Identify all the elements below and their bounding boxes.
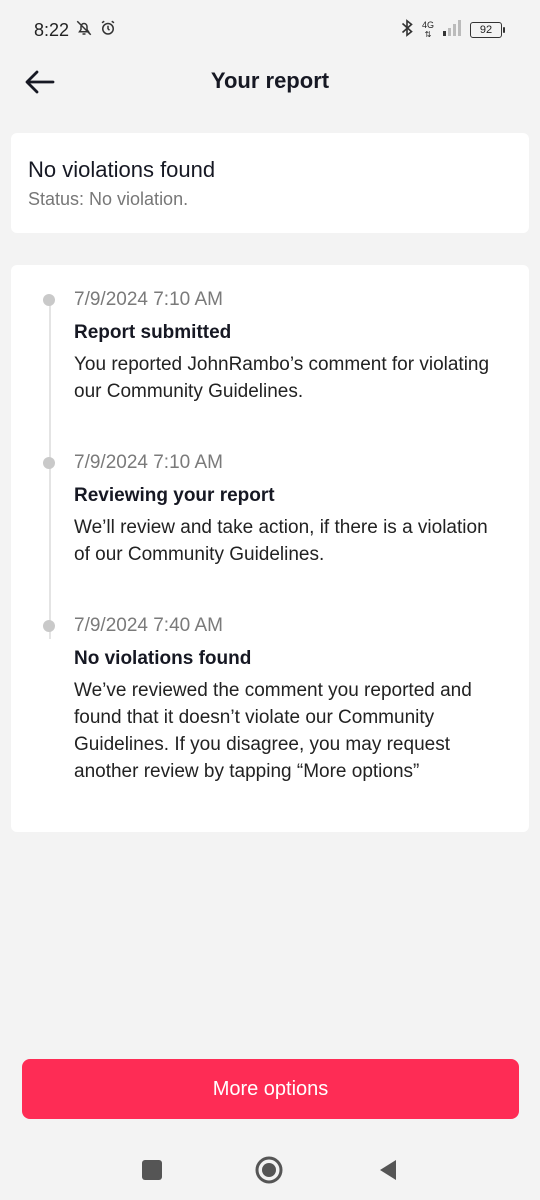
alarm-icon — [99, 19, 117, 42]
mute-notification-icon — [75, 19, 93, 42]
back-nav-button[interactable] — [373, 1155, 403, 1185]
clock: 8:22 — [34, 19, 70, 40]
timeline-content: 7/9/2024 7:40 AM No violations found We’… — [74, 614, 507, 785]
status-bar-left: 8:22 — [34, 19, 117, 42]
status-card: No violations found Status: No violation… — [11, 133, 529, 233]
timeline-dot — [43, 457, 55, 469]
triangle-back-icon — [380, 1160, 396, 1180]
timeline-date: 7/9/2024 7:10 AM — [74, 289, 223, 310]
timeline-line — [49, 299, 51, 639]
timeline-dot — [43, 620, 55, 632]
home-circle-icon — [255, 1156, 283, 1184]
network-indicator: 4G ⇅ — [421, 20, 434, 40]
timeline-date: 7/9/2024 7:40 AM — [74, 615, 223, 636]
timeline-content: 7/9/2024 7:10 AM Report submitted You re… — [74, 288, 507, 405]
timeline-title: Reviewing your report — [74, 485, 275, 506]
status-bar-right: 4G ⇅ 92 — [400, 18, 505, 42]
battery-icon: 92 — [470, 22, 505, 38]
status-subtitle: Status: No violation. — [28, 189, 189, 209]
battery-level: 92 — [479, 24, 493, 36]
signal-icon — [442, 19, 462, 41]
header: Your report — [0, 60, 540, 104]
timeline-description: We’ve reviewed the comment you reported … — [74, 680, 472, 782]
square-icon — [142, 1160, 162, 1180]
recent-apps-button[interactable] — [137, 1155, 167, 1185]
timeline-date: 7/9/2024 7:10 AM — [74, 452, 223, 473]
timeline-card: 7/9/2024 7:10 AM Report submitted You re… — [11, 265, 529, 832]
status-title: No violations found — [28, 157, 216, 182]
timeline-title: No violations found — [74, 648, 252, 669]
timeline-dot — [43, 294, 55, 306]
timeline-content: 7/9/2024 7:10 AM Reviewing your report W… — [74, 451, 507, 568]
status-bar: 8:22 4G ⇅ 92 — [0, 0, 540, 60]
home-button[interactable] — [254, 1155, 284, 1185]
timeline-description: You reported JohnRambo’s comment for vio… — [74, 354, 490, 402]
timeline-description: We’ll review and take action, if there i… — [74, 517, 488, 565]
network-type: 4G — [421, 20, 434, 30]
bluetooth-icon — [400, 18, 414, 42]
page-title: Your report — [210, 68, 330, 93]
timeline-title: Report submitted — [74, 322, 232, 343]
system-nav-bar — [0, 1135, 540, 1200]
more-options-button[interactable]: More options — [22, 1059, 519, 1119]
